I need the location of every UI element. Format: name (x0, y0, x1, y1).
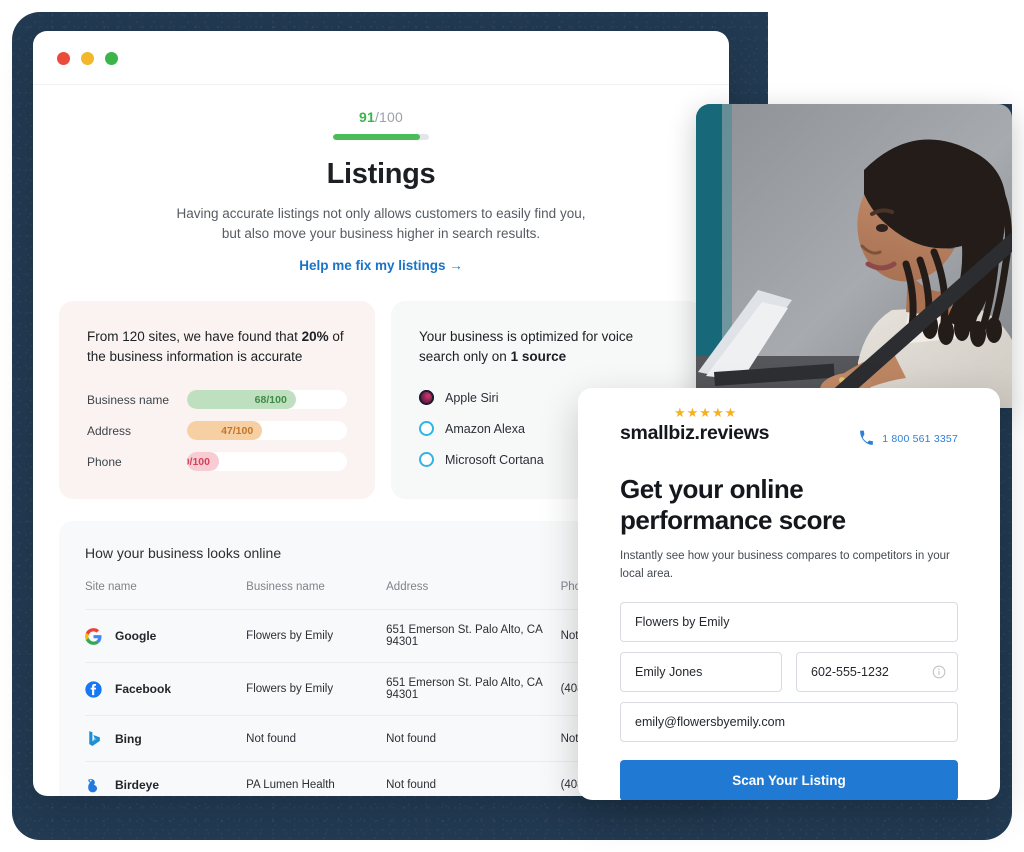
cell-site-name: Bing (85, 715, 247, 762)
accuracy-metric-track: 68/100 (187, 390, 347, 410)
cell-business-name: Flowers by Emily (246, 609, 387, 663)
voice-assistant-label: Apple Siri (445, 390, 499, 405)
lead-capture-card: ★★★★★ smallbiz.reviews 1 800 561 3357 Ge… (578, 388, 1000, 800)
browser-titlebar (33, 31, 729, 85)
info-icon[interactable] (932, 665, 946, 679)
cell-address: Not found (386, 715, 561, 762)
alexa-icon (419, 421, 434, 437)
accuracy-metric-label: Address (87, 423, 132, 438)
accuracy-headline: From 120 sites, we have found that 20% o… (87, 327, 347, 369)
accuracy-metric-list: Business name 68/100 Address 47/100 Phon… (87, 390, 347, 472)
screenshot-stage: 91/100 Listings Having accurate listings… (0, 0, 1024, 852)
site-name-label: Google (115, 629, 157, 644)
voice-headline: Your business is optimized for voice sea… (419, 327, 675, 369)
page-margin-left (0, 0, 12, 852)
column-header-business-name: Business name (246, 581, 325, 594)
voice-source-count: 1 source (510, 349, 567, 365)
accuracy-metric-row: Business name 68/100 (87, 390, 347, 410)
form-subtext: Instantly see how your business compares… (620, 550, 950, 581)
window-controls[interactable] (57, 52, 118, 65)
help-fix-listings-label: Help me fix my listings (299, 257, 446, 273)
cell-business-name: PA Lumen Health (246, 761, 387, 796)
accuracy-headline-pre: From 120 sites, we have found that (87, 328, 302, 344)
accuracy-metric-row: Phone 20/100 (87, 452, 347, 472)
accuracy-card: From 120 sites, we have found that 20% o… (59, 300, 375, 500)
accuracy-metric-fill: 68/100 (187, 390, 296, 410)
page-title: Listings (326, 158, 436, 190)
voice-assistant-label: Amazon Alexa (445, 421, 525, 436)
score-progress-fill (333, 134, 421, 140)
scan-your-listing-button[interactable]: Scan Your Listing (620, 760, 958, 800)
site-name-label: Bing (115, 731, 142, 746)
page-margin-right (1012, 0, 1024, 852)
contact-name-input[interactable] (620, 652, 782, 692)
arrow-right-icon: → (449, 257, 463, 273)
brand-block: ★★★★★ smallbiz.reviews (620, 406, 769, 445)
cell-site-name: Birdeye (85, 761, 247, 796)
business-name-input[interactable] (620, 602, 958, 642)
cortana-icon (419, 452, 434, 468)
phone-wrapper (796, 652, 958, 692)
voice-assistant-name: Amazon Alexa (419, 421, 594, 437)
score-value: 91 (358, 109, 375, 125)
close-window-button[interactable] (57, 52, 70, 65)
accuracy-metric-label: Phone (87, 454, 122, 469)
accuracy-metric-fill: 47/100 (187, 421, 263, 441)
accuracy-metric-row: Address 47/100 (87, 421, 347, 441)
cell-address: 651 Emerson St. Palo Alto, CA 94301 (386, 662, 561, 716)
score-readout: 91/100 (33, 109, 729, 125)
cell-business-name: Not found (246, 715, 387, 762)
form-heading-line2: performance score (620, 505, 846, 536)
column-header-address: Address (386, 581, 429, 594)
phone-icon (860, 430, 874, 445)
form-heading: Get your online performance score (620, 474, 958, 536)
minimize-window-button[interactable] (81, 52, 94, 65)
page-subtitle: Having accurate listings not only allows… (176, 206, 586, 242)
name-phone-row (620, 652, 958, 692)
voice-assistant-name: Microsoft Cortana (419, 452, 594, 468)
maximize-window-button[interactable] (105, 52, 118, 65)
cell-site-name: Google (85, 609, 247, 663)
cell-address: Not found (386, 761, 561, 796)
support-phone[interactable]: 1 800 561 3357 (858, 430, 958, 447)
accuracy-metric-track: 47/100 (187, 421, 347, 441)
form-heading-line1: Get your online (620, 474, 804, 504)
help-fix-listings-link[interactable]: Help me fix my listings → (33, 258, 729, 273)
brand-name: smallbiz.reviews (620, 422, 770, 444)
page-margin-bottom (0, 840, 1024, 852)
score-total: /100 (374, 109, 404, 125)
support-phone-number: 1 800 561 3357 (882, 432, 958, 445)
photo-illustration (696, 104, 1012, 408)
form-brand-row: ★★★★★ smallbiz.reviews 1 800 561 3357 (620, 406, 958, 447)
accuracy-metric-fill: 20/100 (187, 452, 219, 472)
score-header: 91/100 (33, 85, 729, 140)
page-margin-top-right (768, 0, 1024, 104)
cell-site-name: Facebook (85, 662, 247, 716)
email-input[interactable] (620, 702, 958, 742)
accuracy-metric-label: Business name (87, 392, 170, 407)
accuracy-metric-track: 20/100 (187, 452, 347, 472)
site-name-label: Facebook (115, 682, 172, 697)
lead-form-fields: Scan Your Listing (620, 602, 958, 800)
siri-icon (419, 390, 434, 406)
five-star-rating-icon: ★★★★★ (674, 405, 738, 420)
voice-assistant-name: Apple Siri (419, 390, 594, 406)
cell-business-name: Flowers by Emily (246, 662, 387, 716)
accuracy-percent: 20% (301, 328, 329, 344)
site-name-label: Birdeye (115, 777, 160, 792)
contact-name-wrapper (620, 652, 782, 692)
score-progress-track (333, 134, 429, 140)
hero-photo-woman-at-laptop (696, 104, 1012, 408)
voice-assistant-label: Microsoft Cortana (445, 452, 544, 467)
column-header-site-name: Site name (85, 581, 137, 594)
cell-address: 651 Emerson St. Palo Alto, CA 94301 (386, 609, 561, 663)
